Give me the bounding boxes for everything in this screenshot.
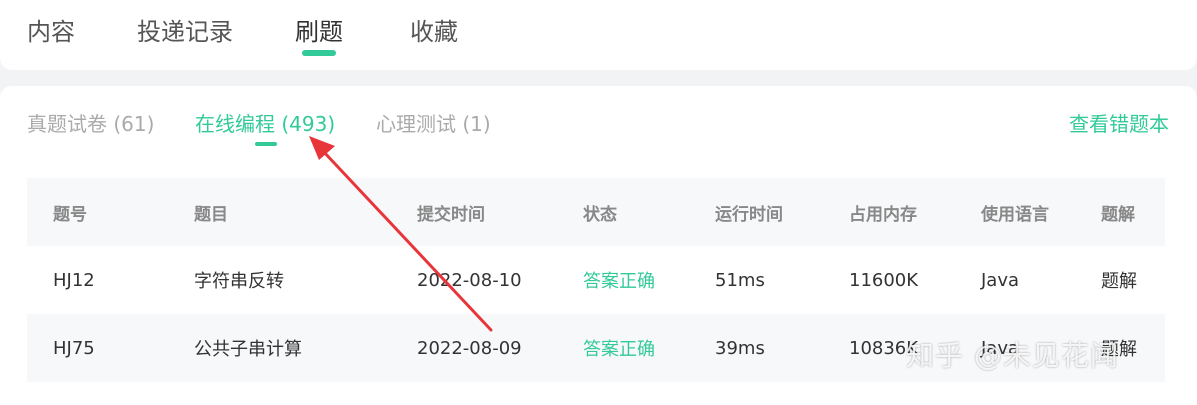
- tab-favorites[interactable]: 收藏: [410, 14, 458, 50]
- subtab-exam-papers[interactable]: 真题试卷 (61): [27, 110, 154, 138]
- subtab-online-coding[interactable]: 在线编程 (493): [195, 110, 336, 146]
- subtab-label: 心理测试 (1): [376, 112, 491, 136]
- table-header: 题号 题目 提交时间 状态 运行时间 占用内存 使用语言 题解: [27, 178, 1165, 246]
- run-time: 51ms: [715, 269, 765, 291]
- problem-id: HJ12: [53, 269, 95, 291]
- submit-time: 2022-08-09: [417, 337, 522, 359]
- tab-content[interactable]: 内容: [27, 14, 75, 50]
- header-cell: 题号: [53, 204, 87, 225]
- header-cell: 状态: [583, 204, 617, 225]
- submit-time: 2022-08-10: [417, 269, 522, 291]
- problem-id: HJ75: [53, 337, 95, 359]
- subtab-label: 在线编程 (493): [195, 112, 336, 136]
- header-cell: 运行时间: [715, 204, 783, 225]
- run-time: 39ms: [715, 337, 765, 359]
- solution-link[interactable]: 题解: [1101, 246, 1137, 314]
- header-cell: 题解: [1101, 204, 1135, 225]
- header-cell: 题目: [194, 204, 228, 225]
- problem-title[interactable]: 字符串反转: [194, 246, 284, 314]
- watermark: 知乎 @未见花闻: [906, 339, 1119, 372]
- status-badge: 答案正确: [583, 271, 655, 292]
- subtab-label: 真题试卷 (61): [27, 112, 155, 136]
- wrong-book-link[interactable]: 查看错题本: [1069, 110, 1169, 138]
- language: Java: [981, 269, 1020, 291]
- problem-title[interactable]: 公共子串计算: [194, 314, 302, 382]
- tab-label: 收藏: [410, 18, 458, 46]
- status-badge: 答案正确: [583, 339, 655, 360]
- header-cell: 占用内存: [849, 204, 917, 225]
- active-subtab-indicator: [255, 142, 277, 146]
- tab-label: 内容: [27, 18, 75, 46]
- top-nav: 内容 投递记录 刷题 收藏: [0, 0, 1197, 70]
- tab-practice[interactable]: 刷题: [295, 14, 343, 56]
- header-cell: 使用语言: [981, 204, 1049, 225]
- tab-label: 投递记录: [137, 18, 233, 46]
- tab-label: 刷题: [295, 18, 343, 46]
- memory-usage: 11600K: [849, 269, 919, 291]
- tab-submissions[interactable]: 投递记录: [137, 14, 233, 50]
- active-tab-indicator: [302, 50, 336, 56]
- subtab-psych-test[interactable]: 心理测试 (1): [376, 110, 491, 138]
- header-cell: 提交时间: [417, 204, 485, 225]
- table-row[interactable]: HJ12 字符串反转 2022-08-10 答案正确 51ms 11600K J…: [27, 246, 1165, 314]
